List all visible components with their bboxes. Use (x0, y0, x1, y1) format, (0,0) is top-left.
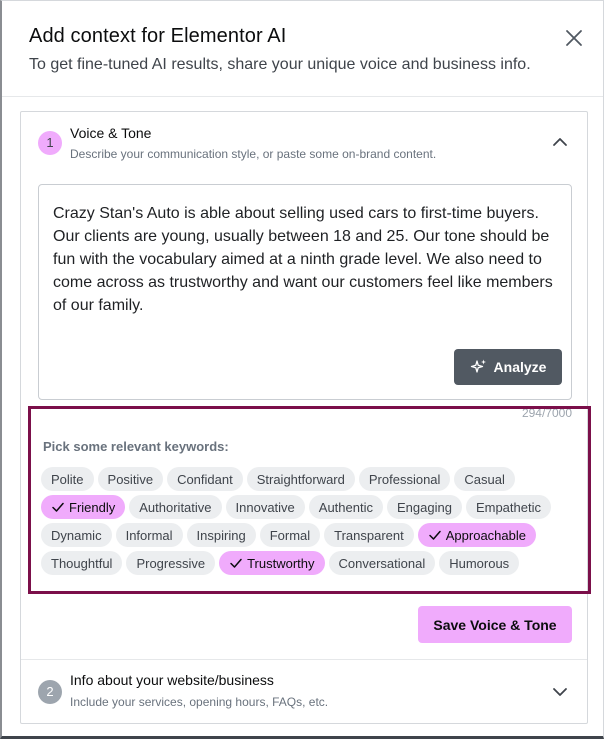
keyword-chip-label: Approachable (445, 527, 526, 543)
keyword-chip-label: Authoritative (139, 499, 212, 515)
section-title: Voice & Tone (70, 125, 152, 141)
keyword-chip-thoughtful[interactable]: Thoughtful (41, 551, 123, 575)
business-info-section-header[interactable]: 2 Info about your website/business Inclu… (21, 660, 587, 724)
keyword-chip-friendly[interactable]: Friendly (41, 495, 126, 519)
chevron-down-icon[interactable] (551, 683, 569, 701)
keyword-chip-label: Transparent (334, 527, 404, 543)
keyword-chip-label: Innovative (235, 499, 295, 515)
keyword-chip-label: Casual (464, 471, 505, 487)
keyword-chip-label: Formal (269, 527, 311, 543)
keyword-chip-dynamic[interactable]: Dynamic (41, 523, 112, 547)
keywords-panel: Pick some relevant keywords: Polite Posit… (28, 406, 591, 594)
keyword-chip-label: Thoughtful (51, 555, 113, 571)
check-icon (230, 558, 242, 568)
keyword-chip-informal[interactable]: Informal (115, 523, 183, 547)
keyword-chip-label: Friendly (69, 499, 116, 515)
keyword-chip-label: Polite (51, 471, 84, 487)
textarea-content[interactable]: Crazy Stan's Auto is able about selling … (53, 202, 563, 317)
keyword-chip-formal[interactable]: Formal (259, 523, 321, 547)
keyword-chip-trustworthy[interactable]: Trustworthy (219, 551, 325, 575)
keyword-chip-conversational[interactable]: Conversational (328, 551, 436, 575)
keyword-chip-label: Humorous (449, 555, 510, 571)
keyword-row: Polite Positive Confidant Straightforward Pr… (41, 467, 581, 491)
keyword-chip-transparent[interactable]: Transparent (324, 523, 414, 547)
step-badge-1: 1 (38, 131, 62, 155)
keyword-chip-authentic[interactable]: Authentic (308, 495, 383, 519)
keyword-chip-progressive[interactable]: Progressive (126, 551, 216, 575)
keywords-label: Pick some relevant keywords: (43, 439, 229, 454)
keyword-chip-casual[interactable]: Casual (454, 467, 515, 491)
keyword-chip-label: Progressive (136, 555, 206, 571)
keyword-chip-label: Informal (125, 527, 173, 543)
keyword-row: Thoughtful Progressive Trustworthy Conversa… (41, 551, 581, 575)
voice-tone-section-header[interactable]: 1 Voice & Tone Describe your communicati… (21, 112, 587, 172)
keyword-row: Dynamic Informal Inspiring Formal Transparen… (41, 523, 581, 547)
keyword-chip-label: Dynamic (51, 527, 102, 543)
analyze-button[interactable]: Analyze (454, 349, 562, 385)
sparkles-icon (470, 359, 486, 373)
save-voice-tone-button[interactable]: Save Voice & Tone (418, 606, 572, 643)
keyword-chip-label: Conversational (338, 555, 426, 571)
keyword-chip-label: Confidant (177, 471, 233, 487)
keyword-chip-label: Authentic (318, 499, 373, 515)
header-divider (2, 96, 603, 97)
keyword-chip-straightforward[interactable]: Straightforward (246, 467, 355, 491)
keyword-chip-label: Trustworthy (247, 555, 315, 571)
analyze-label: Analyze (493, 359, 547, 375)
keyword-chip-label: Inspiring (196, 527, 246, 543)
keyword-chip-label: Engaging (396, 499, 452, 515)
keyword-chip-polite[interactable]: Polite (41, 467, 94, 491)
chevron-up-icon[interactable] (551, 133, 569, 151)
keyword-chip-approachable[interactable]: Approachable (417, 523, 536, 547)
close-button[interactable] (562, 26, 586, 50)
dialog-title: Add context for Elementor AI (29, 25, 287, 47)
keyword-chip-innovative[interactable]: Innovative (225, 495, 305, 519)
keyword-chips: Polite Positive Confidant Straightforward Pr… (41, 467, 581, 579)
add-context-dialog: Add context for Elementor AI To get fine… (0, 0, 604, 739)
keyword-chip-empathetic[interactable]: Empathetic (465, 495, 551, 519)
keyword-chip-label: Empathetic (475, 499, 541, 515)
keyword-chip-confidant[interactable]: Confidant (167, 467, 243, 491)
voice-tone-textarea[interactable]: Crazy Stan's Auto is able about selling … (38, 184, 572, 400)
step-badge-2: 2 (38, 680, 62, 704)
section-description: Include your services, opening hours, FA… (70, 695, 329, 709)
keyword-chip-professional[interactable]: Professional (358, 467, 451, 491)
keyword-chip-humorous[interactable]: Humorous (439, 551, 520, 575)
keyword-chip-label: Positive (107, 471, 154, 487)
context-accordion: 1 Voice & Tone Describe your communicati… (20, 111, 591, 724)
dialog-subtitle: To get fine-tuned AI results, share your… (29, 56, 531, 73)
keyword-chip-label: Straightforward (256, 471, 345, 487)
keyword-chip-inspiring[interactable]: Inspiring (186, 523, 256, 547)
section-description: Describe your communication style, or pa… (70, 147, 437, 161)
keyword-row: Friendly Authoritative Innovative Authentic… (41, 495, 581, 519)
keyword-chip-engaging[interactable]: Engaging (386, 495, 462, 519)
keyword-chip-label: Professional (368, 471, 441, 487)
keyword-chip-authoritative[interactable]: Authoritative (129, 495, 222, 519)
section-title: Info about your website/business (70, 672, 274, 688)
keyword-chip-positive[interactable]: Positive (97, 467, 164, 491)
check-icon (52, 502, 64, 512)
dialog-header: Add context for Elementor AI To get fine… (2, 1, 603, 96)
check-icon (429, 530, 441, 540)
close-icon (566, 30, 582, 46)
